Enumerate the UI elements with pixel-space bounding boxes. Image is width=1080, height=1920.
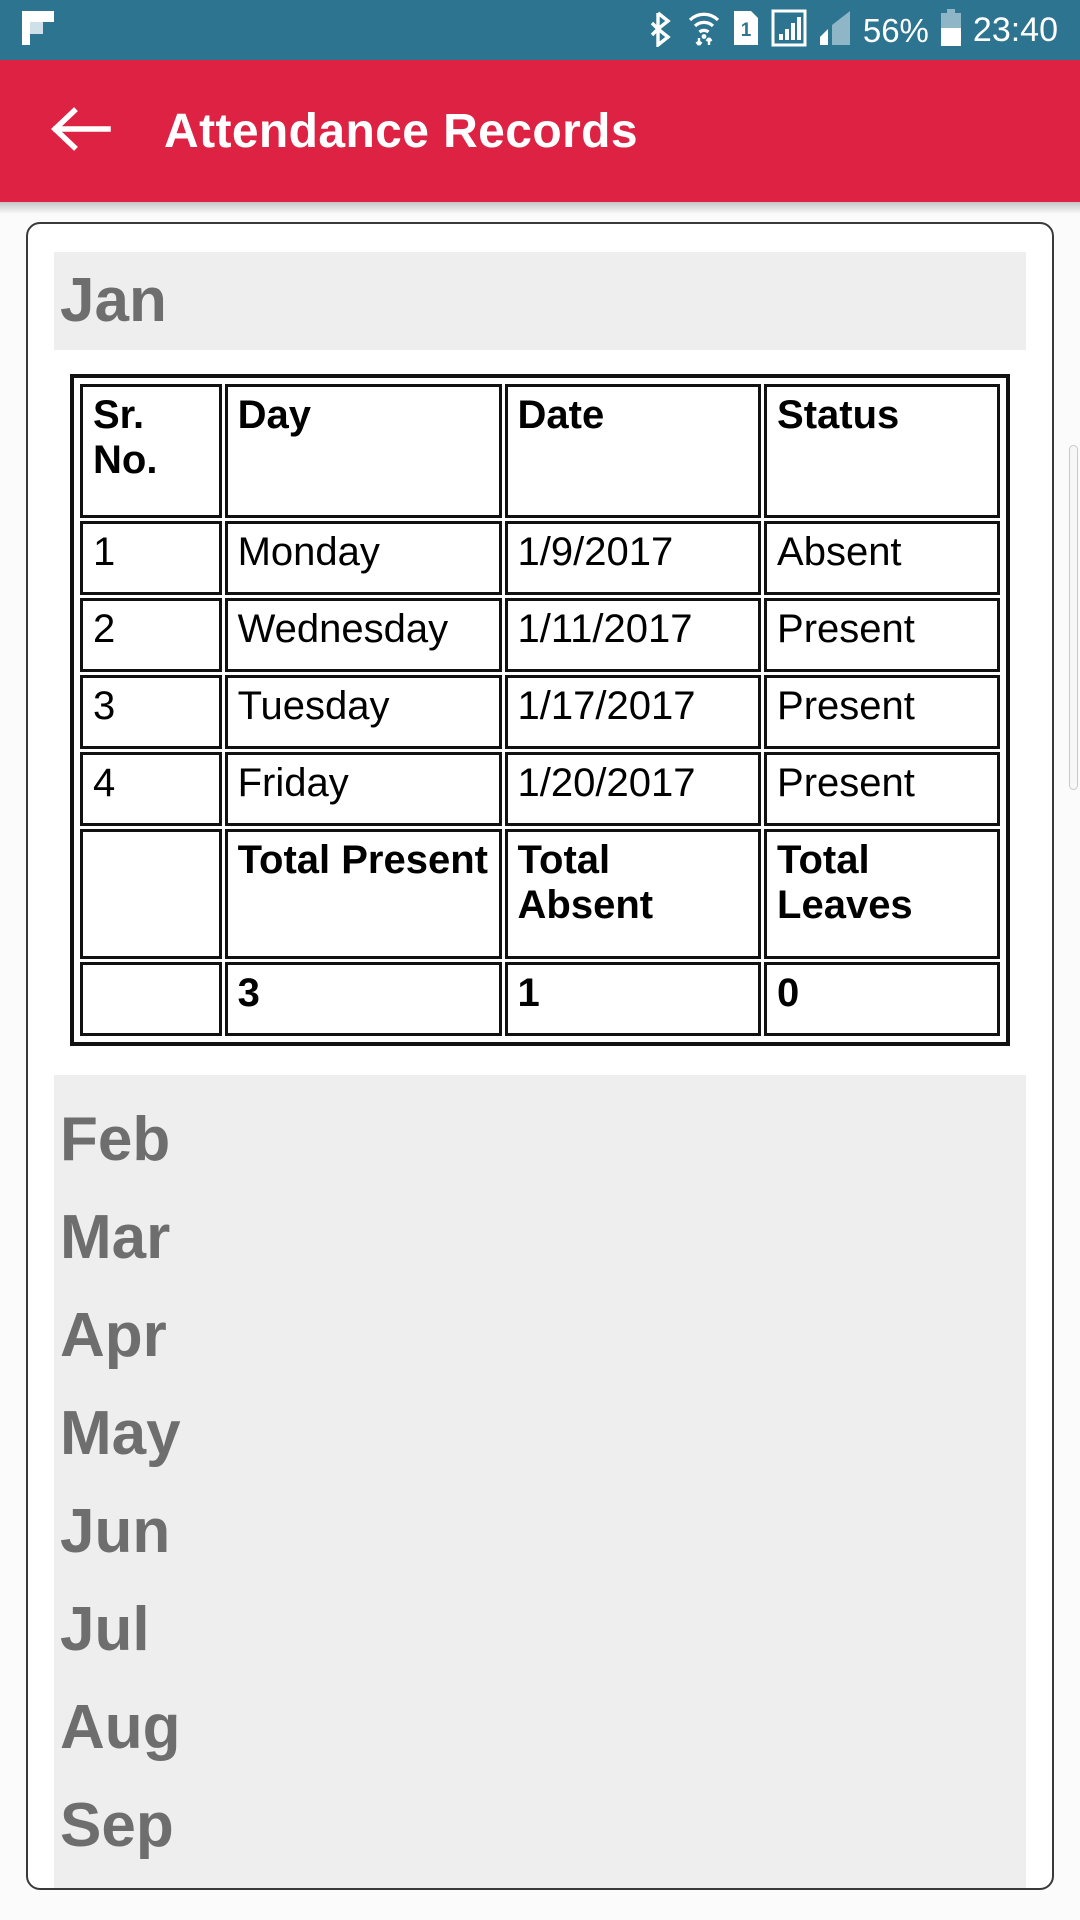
summary-value-absent: 1 (504, 962, 762, 1036)
svg-text:1: 1 (741, 20, 752, 41)
cell-status: Present (764, 675, 1000, 749)
battery-icon (940, 8, 962, 52)
signal-bars-icon (818, 9, 852, 52)
table-summary-label-row: Total Present Total Absent Total Leaves (80, 829, 1000, 959)
status-bar-left (22, 10, 54, 50)
records-card: Jan Sr. No. Day Date Status 1 Monday 1/9… (26, 222, 1054, 1890)
month-item-apr[interactable]: Apr (58, 1287, 1026, 1385)
month-header-jan[interactable]: Jan (54, 252, 1026, 350)
cell-status: Present (764, 752, 1000, 826)
cell-day: Wednesday (224, 598, 502, 672)
summary-label-present: Total Present (224, 829, 502, 959)
month-list: Feb Mar Apr May Jun Jul Aug Sep (54, 1075, 1026, 1888)
month-item-sep[interactable]: Sep (58, 1777, 1026, 1875)
cell-date: 1/11/2017 (504, 598, 762, 672)
cell-sr-no: 2 (80, 598, 222, 672)
header-cell-status: Status (764, 384, 1000, 518)
month-item-aug[interactable]: Aug (58, 1679, 1026, 1777)
table-row: 4 Friday 1/20/2017 Present (80, 752, 1000, 826)
battery-percent-label: 56% (862, 11, 929, 49)
cell-date: 1/20/2017 (504, 752, 762, 826)
summary-label-absent: Total Absent (504, 829, 762, 959)
app-root: 1 56% 23:40 Attendance Records Jan Sr. N… (0, 0, 1080, 1920)
status-bar: 1 56% 23:40 (0, 0, 1080, 60)
table-row: 2 Wednesday 1/11/2017 Present (80, 598, 1000, 672)
month-item-mar[interactable]: Mar (58, 1189, 1026, 1287)
month-item-jul[interactable]: Jul (58, 1581, 1026, 1679)
summary-label-blank (80, 829, 222, 959)
cell-date: 1/9/2017 (504, 521, 762, 595)
month-label: Jan (60, 266, 167, 335)
clock-label: 23:40 (972, 11, 1058, 49)
table-header-row: Sr. No. Day Date Status (80, 384, 1000, 518)
app-bar: Attendance Records (0, 60, 1080, 202)
header-cell-sr-no: Sr. No. (80, 384, 222, 518)
header-cell-date: Date (504, 384, 762, 518)
cell-sr-no: 3 (80, 675, 222, 749)
summary-value-leaves: 0 (764, 962, 1000, 1036)
month-item-feb[interactable]: Feb (58, 1091, 1026, 1189)
sim-card-1-icon: 1 (732, 9, 760, 52)
summary-label-leaves: Total Leaves (764, 829, 1000, 959)
back-button[interactable] (48, 98, 114, 164)
month-item-may[interactable]: May (58, 1385, 1026, 1483)
cell-day: Monday (224, 521, 502, 595)
attendance-table: Sr. No. Day Date Status 1 Monday 1/9/201… (77, 381, 1003, 1039)
header-cell-day: Day (224, 384, 502, 518)
cell-day: Tuesday (224, 675, 502, 749)
bluetooth-icon (650, 9, 676, 52)
table-row: 3 Tuesday 1/17/2017 Present (80, 675, 1000, 749)
summary-value-blank (80, 962, 222, 1036)
cell-status: Absent (764, 521, 1000, 595)
content-area: Jan Sr. No. Day Date Status 1 Monday 1/9… (0, 202, 1080, 1920)
wifi-icon (687, 9, 721, 52)
cell-sr-no: 1 (80, 521, 222, 595)
page-title: Attendance Records (164, 104, 638, 158)
arrow-left-icon (50, 106, 112, 157)
cell-status: Present (764, 598, 1000, 672)
flipboard-icon (22, 10, 54, 50)
cell-sr-no: 4 (80, 752, 222, 826)
attendance-table-wrapper: Sr. No. Day Date Status 1 Monday 1/9/201… (70, 374, 1010, 1046)
cell-day: Friday (224, 752, 502, 826)
month-block-expanded: Jan Sr. No. Day Date Status 1 Monday 1/9… (28, 252, 1052, 1051)
cell-date: 1/17/2017 (504, 675, 762, 749)
table-row: 1 Monday 1/9/2017 Absent (80, 521, 1000, 595)
signal-boxed-icon (771, 9, 807, 52)
summary-value-present: 3 (224, 962, 502, 1036)
table-summary-value-row: 3 1 0 (80, 962, 1000, 1036)
month-item-jun[interactable]: Jun (58, 1483, 1026, 1581)
status-bar-right: 1 56% 23:40 (650, 8, 1058, 52)
